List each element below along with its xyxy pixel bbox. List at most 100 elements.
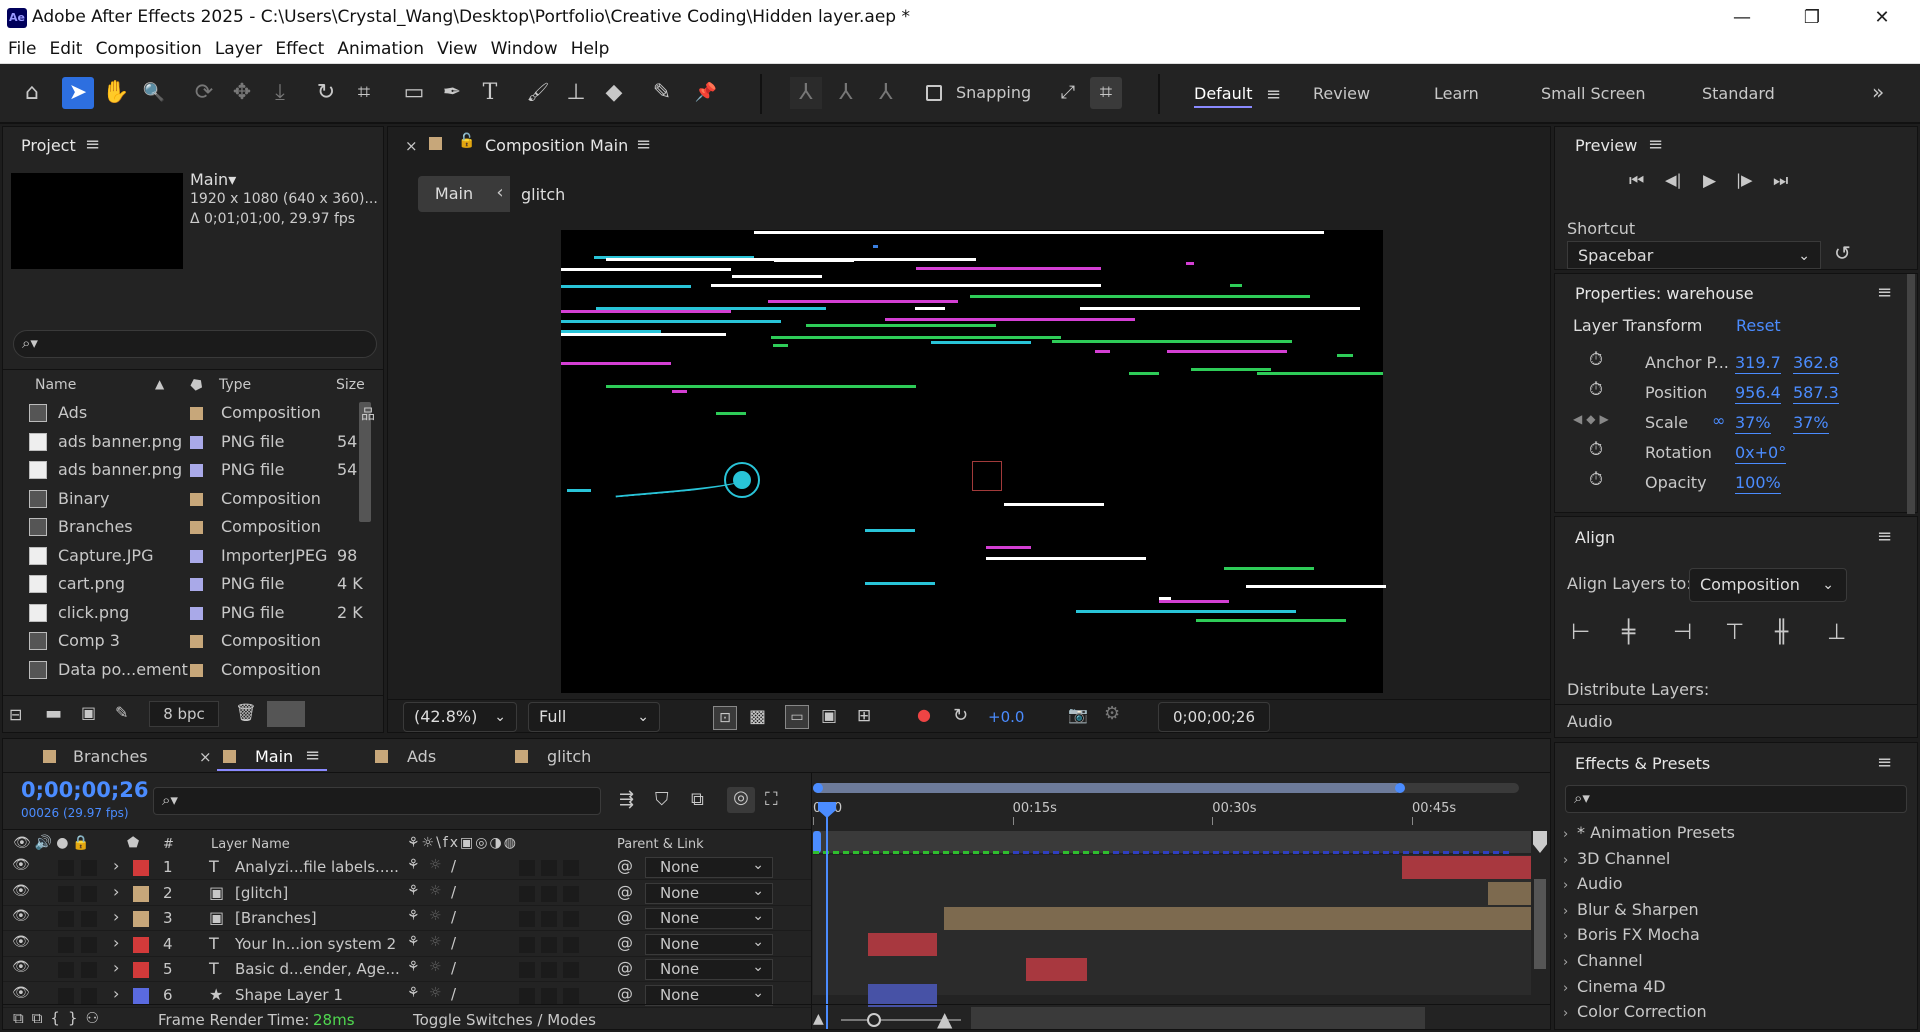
switch-toggle[interactable]	[541, 987, 557, 1004]
close-window-button[interactable]: ✕	[1862, 4, 1902, 32]
project-search-input[interactable]: ⌕▾	[13, 330, 377, 358]
zoom-in-icon[interactable]: ▲	[937, 1007, 952, 1029]
solo-toggle[interactable]	[58, 885, 74, 902]
workspace-default[interactable]: Default	[1194, 84, 1253, 108]
new-comp-icon[interactable]: ▣	[81, 703, 96, 722]
properties-menu-icon[interactable]: ≡	[1877, 282, 1892, 303]
work-area-track[interactable]	[813, 831, 1531, 853]
property-value-2[interactable]: 587.3	[1793, 383, 1839, 404]
last-frame-icon[interactable]: ⏭	[1773, 171, 1788, 191]
pan-camera-icon[interactable]: ✥	[226, 77, 258, 109]
col-type[interactable]: Type	[219, 377, 251, 393]
visibility-eye-icon[interactable]: 👁	[12, 857, 30, 873]
align-top-icon[interactable]: ⊤	[1725, 620, 1744, 645]
flowchart-icon[interactable]: 品	[361, 404, 375, 424]
magnification-dropdown[interactable]: (42.8%) ⌄	[403, 702, 517, 732]
col-parent-link[interactable]: Parent & Link	[617, 837, 704, 852]
project-item[interactable]: Ads Composition	[3, 399, 359, 427]
quality-switch-icon[interactable]: /	[451, 934, 456, 952]
label-color-swatch[interactable]	[190, 663, 203, 677]
switch-toggle[interactable]	[563, 860, 579, 876]
time-ruler[interactable]: 0:0000:15s00:30s00:45s	[813, 795, 1519, 825]
label-color-swatch[interactable]	[190, 492, 203, 506]
visibility-eye-icon[interactable]: 👁	[12, 959, 30, 975]
workspace-review[interactable]: Review	[1313, 84, 1370, 103]
current-time-display[interactable]: 0;00;00;26	[1158, 702, 1270, 732]
reset-exposure-icon[interactable]: ↻	[953, 705, 968, 726]
workspace-standard[interactable]: Standard	[1702, 84, 1775, 103]
property-value-2[interactable]: 362.8	[1793, 353, 1839, 374]
layer-name[interactable]: Analyzi...file labels.....	[235, 858, 399, 876]
hand-tool-icon[interactable]: ✋	[100, 77, 132, 109]
layer-label-color[interactable]	[133, 936, 149, 953]
layer-duration-bar[interactable]	[1401, 856, 1531, 879]
property-value-2[interactable]: 37%	[1793, 413, 1829, 434]
workspace-learn[interactable]: Learn	[1434, 84, 1479, 103]
tab-branches[interactable]: Branches	[73, 747, 148, 766]
switch-toggle[interactable]	[519, 936, 535, 953]
switch-toggle[interactable]	[541, 962, 557, 978]
rotation-tool-icon[interactable]: ↻	[310, 77, 342, 109]
menu-effect[interactable]: Effect	[275, 36, 324, 62]
label-color-swatch[interactable]	[190, 464, 203, 477]
lock-icon[interactable]: 🔓	[458, 133, 475, 149]
project-item[interactable]: Capture.JPG ImporterJPEG 98	[3, 542, 359, 570]
layer-name[interactable]: Shape Layer 1	[235, 986, 343, 1004]
align-horizontal-center-icon[interactable]: ╪	[1622, 620, 1635, 645]
visibility-eye-icon[interactable]: 👁	[12, 934, 30, 950]
timeline-footer-icons[interactable]: ⧉⧉{}⚇	[13, 1009, 107, 1027]
collapse-switch-icon[interactable]: ☼	[429, 985, 442, 1001]
close-tab-icon[interactable]: ×	[199, 748, 212, 766]
keyframe-navigator-icon[interactable]: ◀◆▶	[1573, 412, 1613, 426]
color-swatch-button[interactable]	[267, 701, 305, 727]
menu-composition[interactable]: Composition	[96, 36, 202, 62]
lock-toggle[interactable]	[81, 962, 97, 978]
clone-stamp-tool-icon[interactable]: ⊥	[560, 77, 592, 109]
parent-dropdown[interactable]: None ⌄	[645, 908, 773, 929]
comp-marker-bin-icon[interactable]	[1533, 831, 1547, 853]
stopwatch-icon[interactable]: ⏱	[1589, 469, 1603, 490]
zoom-tool-icon[interactable]: 🔍	[138, 77, 170, 109]
property-value-1[interactable]: 0x+0°	[1735, 443, 1787, 464]
snapping-checkbox[interactable]	[926, 85, 942, 101]
minimize-button[interactable]: —	[1722, 4, 1762, 32]
property-value-1[interactable]: 319.7	[1735, 353, 1781, 374]
layer-label-color[interactable]	[133, 987, 149, 1004]
home-icon[interactable]: ⌂	[16, 77, 48, 109]
layer-label-color[interactable]	[133, 885, 149, 902]
property-value-1[interactable]: 37%	[1735, 413, 1771, 434]
menu-help[interactable]: Help	[571, 36, 610, 62]
project-item[interactable]: Comp 3 Composition	[3, 627, 359, 655]
shy-switch-icon[interactable]: ⚘	[407, 883, 420, 899]
solo-toggle[interactable]	[58, 962, 74, 978]
tab-main[interactable]: Main	[255, 747, 293, 766]
fast-previews-icon[interactable]: ⊡	[713, 706, 737, 730]
col-size[interactable]: Size	[336, 377, 365, 393]
anchor-point-tool-icon[interactable]: ⌗	[348, 77, 380, 109]
reset-shortcut-icon[interactable]: ↺	[1834, 241, 1851, 265]
graph-editor-icon[interactable]: ⛶	[765, 789, 778, 810]
layer-row[interactable]: 👁 › 2 ▣ [glitch] ⚘ ☼ / @ None ⌄	[3, 880, 811, 906]
project-item[interactable]: Data po...ement Composition	[3, 656, 359, 684]
layer-label-color[interactable]	[133, 962, 149, 978]
brush-tool-icon[interactable]: 🖌	[522, 77, 554, 109]
snapshot-camera-icon[interactable]: 📷	[1068, 705, 1088, 724]
pick-whip-icon[interactable]: @	[617, 933, 633, 952]
layer-row[interactable]: 👁 › 4 T Your In...ion system 2 ⚘ ☼ / @ None ⌄	[3, 931, 811, 957]
label-color-swatch[interactable]	[190, 549, 203, 563]
collapse-switch-icon[interactable]: ☼	[429, 883, 442, 899]
pick-whip-icon[interactable]: @	[617, 958, 633, 977]
zoom-slider-thumb[interactable]	[867, 1013, 881, 1027]
lock-toggle[interactable]	[81, 885, 97, 902]
effects-category[interactable]: › Boris FX Mocha	[1563, 925, 1700, 949]
sort-ascending-icon[interactable]: ▲	[155, 377, 164, 391]
region-of-interest-icon[interactable]: ▣	[821, 706, 837, 726]
switch-toggle[interactable]	[519, 962, 535, 978]
collapse-switch-icon[interactable]: ☼	[429, 908, 442, 924]
col-layer-name[interactable]: Layer Name	[211, 837, 290, 852]
pen-tool-icon[interactable]: ✒	[436, 77, 468, 109]
layer-row[interactable]: 👁 › 1 T Analyzi...file labels..... ⚘ ☼ / @ None ⌄	[3, 855, 811, 880]
work-area-bar[interactable]	[813, 783, 1519, 793]
timeline-search-input[interactable]: ⌕▾	[153, 787, 601, 815]
align-bottom-icon[interactable]: ⊥	[1827, 620, 1846, 645]
